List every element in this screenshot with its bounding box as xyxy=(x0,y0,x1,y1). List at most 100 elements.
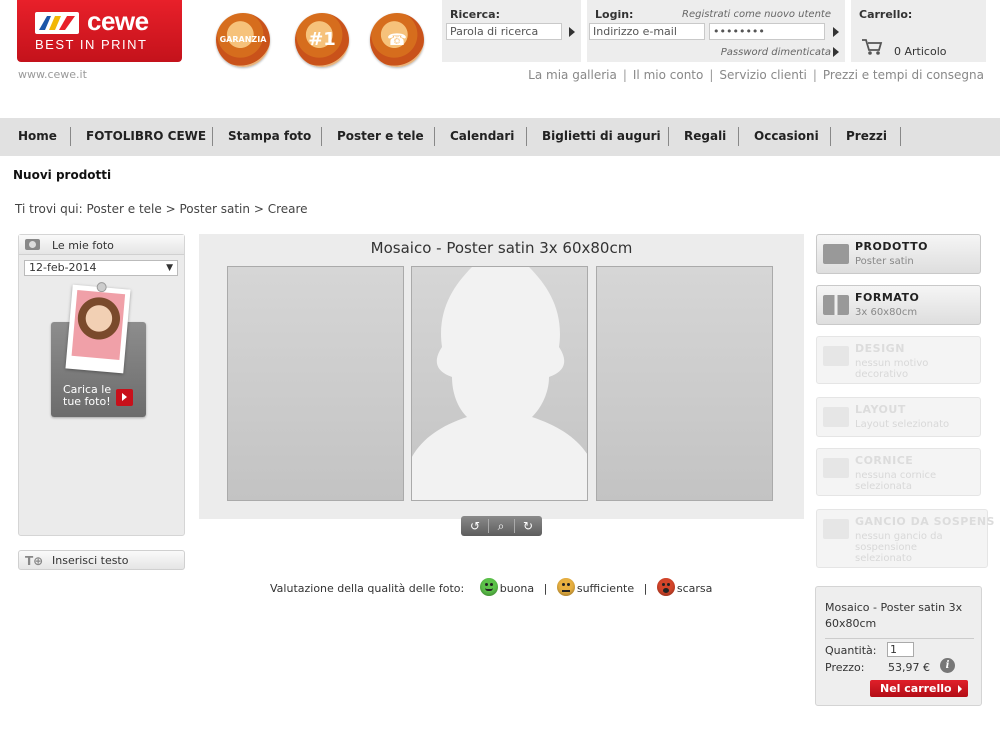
camera-icon xyxy=(25,239,40,250)
menu-product-title: PRODOTTO xyxy=(855,240,928,253)
nav-occasioni[interactable]: Occasioni xyxy=(754,129,819,143)
customer-service-seal-icon: ☎ xyxy=(370,13,424,67)
divider: | xyxy=(543,582,548,595)
nav-prezzi[interactable]: Prezzi xyxy=(846,129,887,143)
arrow-right-icon xyxy=(116,389,133,406)
link-prices[interactable]: Prezzi e tempi di consegna xyxy=(823,68,984,82)
add-to-cart-button[interactable]: Nel carrello xyxy=(870,680,968,697)
tool-divider xyxy=(488,519,489,533)
email-field[interactable]: Indirizzo e-mail xyxy=(589,23,705,40)
nav-divider xyxy=(434,127,435,146)
logo-mark-icon xyxy=(35,12,79,34)
breadcrumb: Ti trovi qui: Poster e tele > Poster sat… xyxy=(15,202,308,216)
nav-regali[interactable]: Regali xyxy=(684,129,726,143)
menu-layout-button: LAYOUT Layout selezionato xyxy=(816,397,981,437)
quality-ok: sufficiente xyxy=(576,582,635,595)
login-title: Login: xyxy=(595,8,634,21)
menu-hanger-subtitle: nessun gancio da sospensione selezionato xyxy=(855,531,943,564)
nav-biglietti[interactable]: Biglietti di auguri xyxy=(542,129,661,143)
person-silhouette-icon xyxy=(412,267,587,500)
breadcrumb-item[interactable]: Poster satin xyxy=(179,202,250,216)
link-account[interactable]: Il mio conto xyxy=(633,68,703,82)
nav-divider xyxy=(526,127,527,146)
menu-product-subtitle: Poster satin xyxy=(855,256,914,267)
main-nav: Home FOTOLIBRO CEWE Stampa foto Poster e… xyxy=(0,118,1000,156)
menu-product-button[interactable]: PRODOTTO Poster satin xyxy=(816,234,981,274)
cart-icon xyxy=(862,39,883,55)
nav-divider xyxy=(212,127,213,146)
menu-layout-title: LAYOUT xyxy=(855,403,906,416)
upload-photos-label: Carica le tue foto! xyxy=(63,383,112,408)
link-gallery[interactable]: La mia galleria xyxy=(528,68,617,82)
info-icon[interactable]: i xyxy=(940,658,955,673)
forgot-arrow-icon[interactable] xyxy=(833,47,839,57)
layout-icon xyxy=(823,407,849,427)
photo-slot-3[interactable] xyxy=(596,266,773,501)
format-grid-icon xyxy=(823,295,849,315)
nav-calendari[interactable]: Calendari xyxy=(450,129,514,143)
editor-title: Mosaico - Poster satin 3x 60x80cm xyxy=(370,239,633,257)
logo-tagline: BEST IN PRINT xyxy=(35,37,148,52)
my-photos-header[interactable]: Le mie foto xyxy=(19,235,184,255)
rotate-left-icon[interactable]: ↺ xyxy=(465,518,485,534)
top-links: La mia galleria | Il mio conto | Servizio cl… xyxy=(528,68,984,82)
cewe-logo[interactable]: cewe BEST IN PRINT xyxy=(17,0,182,62)
logo-brand: cewe xyxy=(87,6,149,36)
search-go-icon[interactable] xyxy=(569,27,575,37)
menu-hanger-title: GANCIO DA SOSPENS xyxy=(855,515,995,528)
divider: | xyxy=(812,68,817,82)
nav-home[interactable]: Home xyxy=(18,129,57,143)
poster-editor: Mosaico - Poster satin 3x 60x80cm xyxy=(199,234,804,519)
good-smiley-icon xyxy=(479,578,498,596)
nav-divider xyxy=(830,127,831,146)
breadcrumb-separator: > xyxy=(165,202,176,216)
product-icon xyxy=(823,244,849,264)
nav-fotolibro[interactable]: FOTOLIBRO CEWE xyxy=(86,129,206,143)
price-value: 53,97 € xyxy=(888,661,930,674)
forgot-password-link[interactable]: Password dimenticata xyxy=(721,47,831,58)
nav-stampa-foto[interactable]: Stampa foto xyxy=(228,129,311,143)
search-input[interactable]: Parola di ricerca xyxy=(446,23,562,40)
photo-slot-2[interactable] xyxy=(411,266,588,501)
number-one-seal-icon: #1 xyxy=(295,13,349,67)
menu-layout-subtitle: Layout selezionato xyxy=(855,419,950,430)
hammer-icon xyxy=(823,519,849,539)
nav-divider xyxy=(668,127,669,146)
rotate-right-icon[interactable]: ↻ xyxy=(518,518,538,534)
register-link[interactable]: Registrati come nuovo utente xyxy=(682,9,831,20)
date-select[interactable]: 12-feb-2014 ▼ xyxy=(24,260,178,276)
cart-box[interactable]: Carrello: 0 Articolo xyxy=(851,0,986,62)
insert-text-label: Inserisci testo xyxy=(52,554,129,567)
cart-count: 0 Articolo xyxy=(894,45,947,58)
photo-tool-bar: ↺ ⌕ ↻ xyxy=(461,516,542,536)
insert-text-button[interactable]: T⊕ Inserisci testo xyxy=(18,550,185,570)
link-customer-service[interactable]: Servizio clienti xyxy=(719,68,806,82)
nav-divider xyxy=(321,127,322,146)
menu-format-subtitle: 3x 60x80cm xyxy=(855,307,918,318)
order-summary: Mosaico - Poster satin 3x 60x80cm Quanti… xyxy=(815,586,982,706)
search-title: Ricerca: xyxy=(450,8,500,21)
tool-divider xyxy=(514,519,515,533)
sample-photo-polaroid xyxy=(65,281,131,374)
nav-divider xyxy=(900,127,901,146)
text-add-icon: T⊕ xyxy=(25,554,44,568)
breadcrumb-item[interactable]: Poster e tele xyxy=(87,202,162,216)
zoom-icon[interactable]: ⌕ xyxy=(491,518,511,534)
login-go-icon[interactable] xyxy=(833,27,839,37)
price-label: Prezzo: xyxy=(825,661,865,674)
breadcrumb-separator: > xyxy=(253,202,264,216)
quality-good: buona xyxy=(499,582,535,595)
new-products-link[interactable]: Nuovi prodotti xyxy=(13,168,111,182)
nav-divider xyxy=(738,127,739,146)
ok-smiley-icon xyxy=(556,578,575,596)
quality-bad: scarsa xyxy=(676,582,713,595)
menu-format-button[interactable]: FORMATO 3x 60x80cm xyxy=(816,285,981,325)
menu-frame-title: CORNICE xyxy=(855,454,914,467)
nav-poster-tele[interactable]: Poster e tele xyxy=(337,129,424,143)
sample-photo xyxy=(71,290,126,360)
photo-slot-1[interactable] xyxy=(227,266,404,501)
bad-smiley-icon xyxy=(656,578,675,596)
date-select-value: 12-feb-2014 xyxy=(29,261,97,274)
password-field[interactable]: •••••••• xyxy=(709,23,825,40)
quantity-input[interactable]: 1 xyxy=(887,642,914,657)
